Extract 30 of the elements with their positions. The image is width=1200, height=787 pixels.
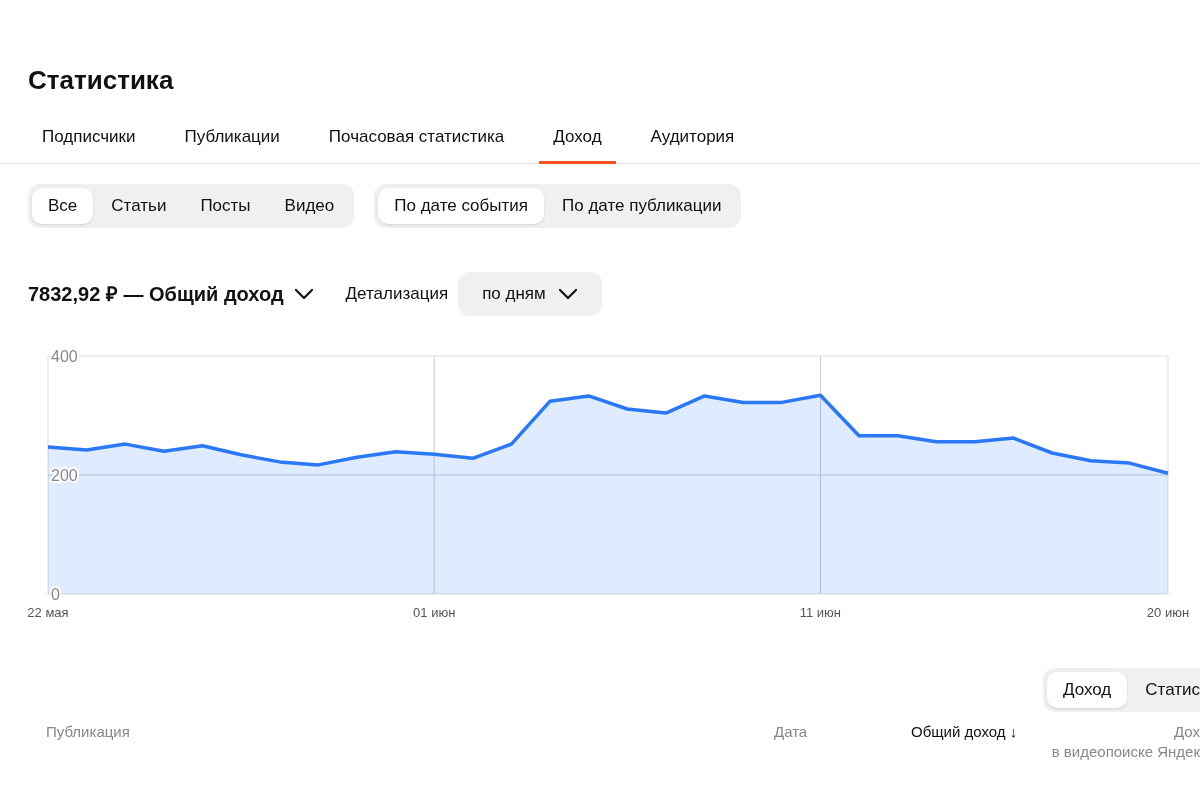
axis-label: 11 июн [799,605,842,620]
column-header[interactable]: Публикация [46,722,130,742]
segment-button[interactable]: По дате события [378,188,544,224]
segment-button[interactable]: По дате публикации [546,188,738,224]
axis-label: 200 [51,466,78,484]
axis-label: 20 июн [1146,605,1190,620]
axis-label: 0 [51,585,60,603]
page-title: Статистика [28,64,174,97]
segment-button[interactable]: Все [32,188,94,224]
tab[interactable]: Почасовая статистика [314,112,519,164]
column-header[interactable]: Общий доход ↓ [911,722,1018,742]
tab[interactable]: Публикации [170,112,294,164]
segment-button[interactable]: Посты [184,188,267,224]
detail-dropdown[interactable]: по дням [458,272,602,316]
tab[interactable]: Подписчики [28,112,150,164]
tab[interactable]: Доход [539,112,616,164]
tab[interactable]: Аудитория [636,112,749,164]
segment-button[interactable]: Статьи [95,188,183,224]
segment-button[interactable]: Статис [1129,672,1200,708]
axis-label: 01 июн [413,605,456,620]
metric-dropdown[interactable]: 7832,92 ₽ — Общий доход [28,279,314,309]
segment-button[interactable]: Доход [1047,672,1128,708]
axis-label: 400 [51,347,78,365]
column-header[interactable]: Дох в видеопоиске Яндек [1051,722,1200,762]
axis-label: 22 мая [27,605,69,620]
detail-label: Детализация [345,283,449,306]
chevron-down-icon [293,288,314,300]
column-header[interactable]: Дата [774,722,808,742]
chevron-down-icon [557,288,578,300]
segment-button[interactable]: Видео [268,188,351,224]
